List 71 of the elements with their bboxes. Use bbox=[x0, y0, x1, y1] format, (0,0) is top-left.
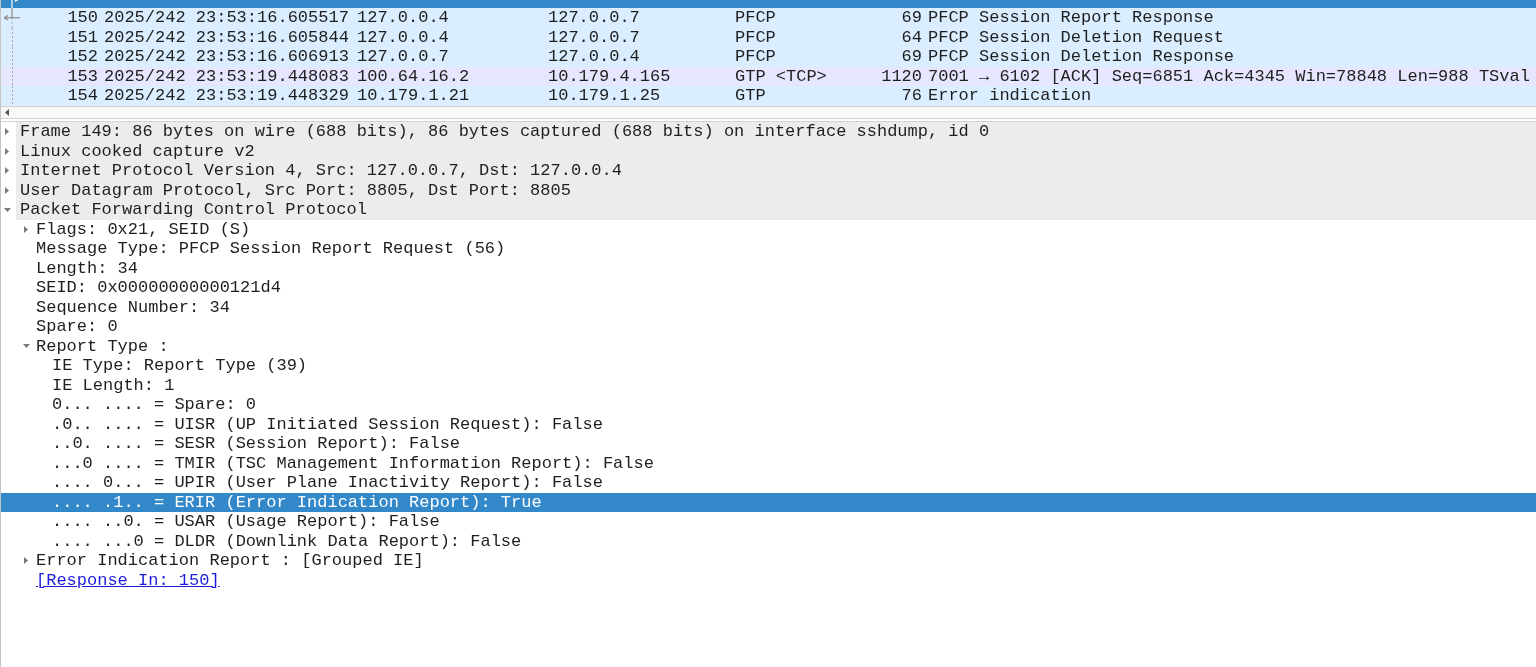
table-cell-text: 76 bbox=[900, 86, 923, 106]
tree-item[interactable]: Length: 34 bbox=[1, 258, 1536, 278]
table-cell-text: 7001 → 6102 [ACK] Seq=6851 Ack=4345 Win=78848 Len=988 TSval bbox=[927, 66, 1531, 86]
table-cell-text: 127.0.0.4 bbox=[547, 47, 641, 67]
packet-row[interactable]: 153 2025/242 23:53:19.448083 100.64.16.2 10.179.4.165 GTP <TCP> 1120 7001 → 6102 [ACK] Seq=6851 Ack=4345 Win=78848 Len=988 TSval bbox=[1, 66, 1536, 86]
table-cell-text: PFCP bbox=[734, 47, 777, 67]
tree-item[interactable]: SEID: 0x00000000000121d4 bbox=[1, 278, 1536, 298]
table-cell-text: 127.0.0.4 bbox=[356, 27, 450, 47]
table-cell-text: GTP <TCP> bbox=[734, 66, 828, 86]
table-cell-text: 69 bbox=[900, 8, 923, 28]
table-cell-text: 154 bbox=[66, 86, 99, 106]
table-cell-text: 150 bbox=[66, 8, 99, 28]
table-cell-text: 2025/242 23:53:16.605517 bbox=[103, 8, 350, 28]
collapsed-arrow-icon[interactable] bbox=[5, 128, 9, 136]
table-cell-text: PFCP Session Deletion Request bbox=[927, 27, 1225, 47]
table-cell-text: 2025/242 23:53:19.448329 bbox=[103, 86, 350, 106]
tree-item[interactable]: .... 0... = UPIR (User Plane Inactivity Report): False bbox=[1, 473, 1536, 493]
expanded-arrow-icon[interactable] bbox=[4, 207, 11, 212]
packet-row[interactable]: 151 2025/242 23:53:16.605844 127.0.0.4 127.0.0.7 PFCP 64 PFCP Session Deletion Request bbox=[1, 27, 1536, 47]
packet-row[interactable]: 150 2025/242 23:53:16.605517 127.0.0.4 127.0.0.7 PFCP 69 PFCP Session Report Response bbox=[1, 8, 1536, 28]
table-cell-text: PFCP bbox=[734, 27, 777, 47]
tree-item[interactable]: .... ...0 = DLDR (Downlink Data Report): False bbox=[1, 531, 1536, 551]
collapsed-arrow-icon[interactable] bbox=[5, 186, 9, 194]
table-cell-text: 152 bbox=[66, 47, 99, 67]
table-cell-text: 127.0.0.4 bbox=[356, 8, 450, 28]
tree-item[interactable]: .0.. .... = UISR (UP Initiated Session Request): False bbox=[1, 414, 1536, 434]
table-cell-text: 10.179.4.165 bbox=[547, 66, 672, 86]
horizontal-scrollbar[interactable] bbox=[1, 106, 1536, 119]
table-cell-text: GTP bbox=[734, 86, 767, 106]
table-cell-text: 2025/242 23:53:16.605844 bbox=[103, 27, 350, 47]
packet-row[interactable]: 152 2025/242 23:53:16.606913 127.0.0.7 127.0.0.4 PFCP 69 PFCP Session Deletion Response bbox=[1, 47, 1536, 67]
table-cell-text: 127.0.0.7 bbox=[356, 47, 450, 67]
tree-item[interactable]: Report Type : bbox=[1, 336, 1536, 356]
table-cell-text: PFCP bbox=[734, 8, 777, 28]
table-cell-text: 64 bbox=[900, 27, 923, 47]
table-cell-text: 1120 bbox=[880, 66, 923, 86]
tree-item[interactable]: ..0. .... = SESR (Session Report): False bbox=[1, 434, 1536, 454]
table-cell-text: 100.64.16.2 bbox=[356, 66, 471, 86]
tree-item[interactable]: ...0 .... = TMIR (TSC Management Information Report): False bbox=[1, 453, 1536, 473]
tree-item[interactable]: Flags: 0x21, SEID (S) bbox=[1, 219, 1536, 239]
table-cell-text: Error indication bbox=[927, 86, 1093, 106]
tree-item[interactable]: Sequence Number: 34 bbox=[1, 297, 1536, 317]
collapsed-arrow-icon[interactable] bbox=[24, 557, 28, 565]
collapsed-arrow-icon[interactable] bbox=[24, 225, 28, 233]
tree-item[interactable]: Error Indication Report : [Grouped IE] bbox=[1, 551, 1536, 571]
tree-item[interactable]: IE Type: Report Type (39) bbox=[1, 356, 1536, 376]
table-cell-text: 10.179.1.21 bbox=[356, 86, 471, 106]
table-cell-text: 127.0.0.7 bbox=[547, 27, 641, 47]
tree-item[interactable]: .... ..0. = USAR (Usage Report): False bbox=[1, 512, 1536, 532]
left-arrow-icon bbox=[3, 8, 20, 28]
scroll-left-icon[interactable] bbox=[5, 109, 9, 116]
packet-row[interactable]: 154 2025/242 23:53:19.448329 10.179.1.21 10.179.1.25 GTP 76 Error indication bbox=[1, 86, 1536, 106]
collapsed-arrow-icon[interactable] bbox=[5, 147, 9, 155]
table-cell-text: 151 bbox=[66, 27, 99, 47]
tree-item[interactable]: Message Type: PFCP Session Report Request (56) bbox=[1, 239, 1536, 259]
tree-item[interactable]: .... .1.. = ERIR (Error Indication Report): True bbox=[1, 492, 1536, 512]
table-cell-text: 69 bbox=[900, 47, 923, 67]
response-link[interactable]: [Response In: 150] bbox=[36, 570, 220, 590]
table-cell-text: 10.179.1.25 bbox=[547, 86, 662, 106]
tree-item[interactable]: IE Length: 1 bbox=[1, 375, 1536, 395]
expanded-arrow-icon[interactable] bbox=[23, 344, 30, 349]
table-cell-text: PFCP Session Report Response bbox=[927, 8, 1215, 28]
tree-item[interactable]: Spare: 0 bbox=[1, 317, 1536, 337]
table-cell-text: 127.0.0.7 bbox=[547, 8, 641, 28]
table-cell-text: 2025/242 23:53:16.606913 bbox=[103, 47, 350, 67]
table-cell-text: PFCP Session Deletion Response bbox=[927, 47, 1236, 67]
collapsed-arrow-icon[interactable] bbox=[5, 167, 9, 175]
tree-item[interactable]: [Response In: 150] bbox=[1, 570, 1536, 590]
table-cell-text: 2025/242 23:53:19.448083 bbox=[103, 66, 350, 86]
tree-item[interactable]: 0... .... = Spare: 0 bbox=[1, 395, 1536, 415]
table-cell-text: 153 bbox=[66, 66, 99, 86]
